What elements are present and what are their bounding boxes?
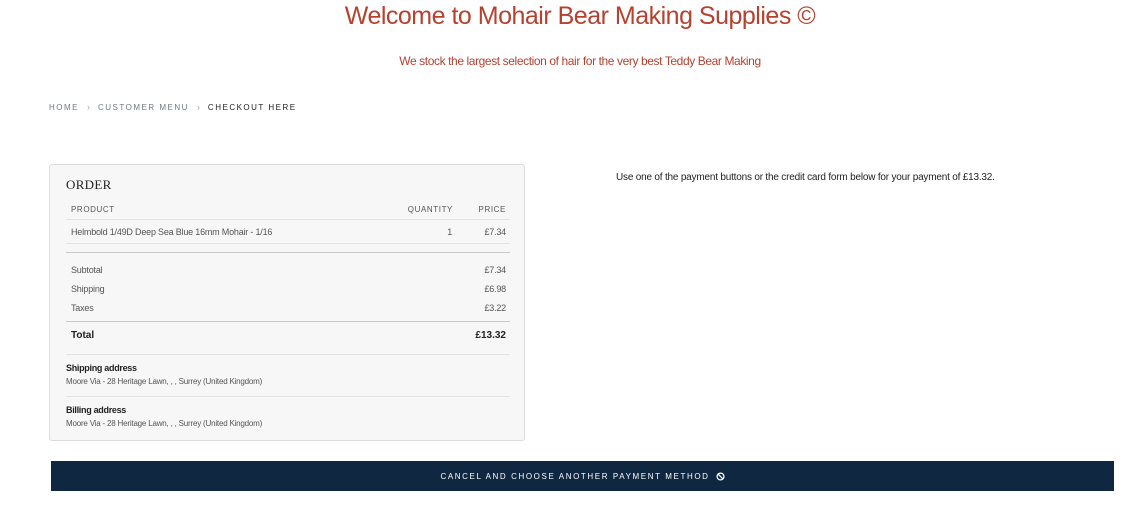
divider bbox=[66, 321, 510, 322]
payment-instructions: Use one of the payment buttons or the cr… bbox=[616, 172, 995, 183]
taxes-value: £3.22 bbox=[484, 303, 506, 313]
cancel-button-label: CANCEL AND CHOOSE ANOTHER PAYMENT METHOD bbox=[440, 471, 710, 481]
breadcrumb-checkout-here: CHECKOUT HERE bbox=[207, 102, 297, 112]
breadcrumb-separator: › bbox=[196, 102, 200, 112]
site-title: Welcome to Mohair Bear Making Supplies © bbox=[344, 2, 816, 30]
order-summary-panel: ORDER PRODUCT QUANTITY PRICE Helmbold 1/… bbox=[49, 164, 525, 441]
subtotal-value: £7.34 bbox=[484, 265, 506, 275]
billing-address-value: Moore Via - 28 Heritage Lawn, , , Surrey… bbox=[66, 419, 263, 428]
taxes-label: Taxes bbox=[71, 303, 94, 313]
subtotal-label: Subtotal bbox=[71, 265, 103, 275]
total-label: Total bbox=[71, 330, 95, 341]
shipping-address-value: Moore Via - 28 Heritage Lawn, , , Surrey… bbox=[66, 377, 263, 386]
divider bbox=[66, 354, 510, 355]
item-product-name: Helmbold 1/49D Deep Sea Blue 16mm Mohair… bbox=[71, 227, 273, 237]
shipping-value: £6.98 bbox=[484, 284, 506, 294]
divider bbox=[66, 243, 510, 244]
total-value: £13.32 bbox=[475, 330, 506, 341]
breadcrumb-customer-menu[interactable]: CUSTOMER MENU bbox=[98, 103, 189, 112]
billing-address-label: Billing address bbox=[66, 405, 127, 415]
column-header-price: PRICE bbox=[478, 205, 506, 214]
breadcrumb: HOME › CUSTOMER MENU › CHECKOUT HERE bbox=[49, 102, 297, 112]
divider bbox=[66, 252, 510, 253]
shipping-label: Shipping bbox=[71, 284, 105, 294]
shipping-address-label: Shipping address bbox=[66, 363, 137, 373]
divider bbox=[66, 396, 510, 397]
order-heading: ORDER bbox=[66, 177, 112, 192]
cancel-payment-button[interactable]: CANCEL AND CHOOSE ANOTHER PAYMENT METHOD bbox=[51, 461, 1114, 491]
column-header-product: PRODUCT bbox=[71, 205, 115, 214]
column-header-quantity: QUANTITY bbox=[407, 205, 453, 214]
site-tagline: We stock the largest selection of hair f… bbox=[399, 54, 761, 68]
divider bbox=[66, 219, 510, 220]
breadcrumb-home[interactable]: HOME bbox=[49, 103, 79, 112]
breadcrumb-separator: › bbox=[87, 102, 90, 112]
item-price: £7.34 bbox=[484, 227, 506, 237]
checkout-page: Welcome to Mohair Bear Making Supplies ©… bbox=[0, 0, 1147, 525]
item-quantity: 1 bbox=[447, 227, 452, 237]
ban-icon bbox=[715, 471, 725, 481]
